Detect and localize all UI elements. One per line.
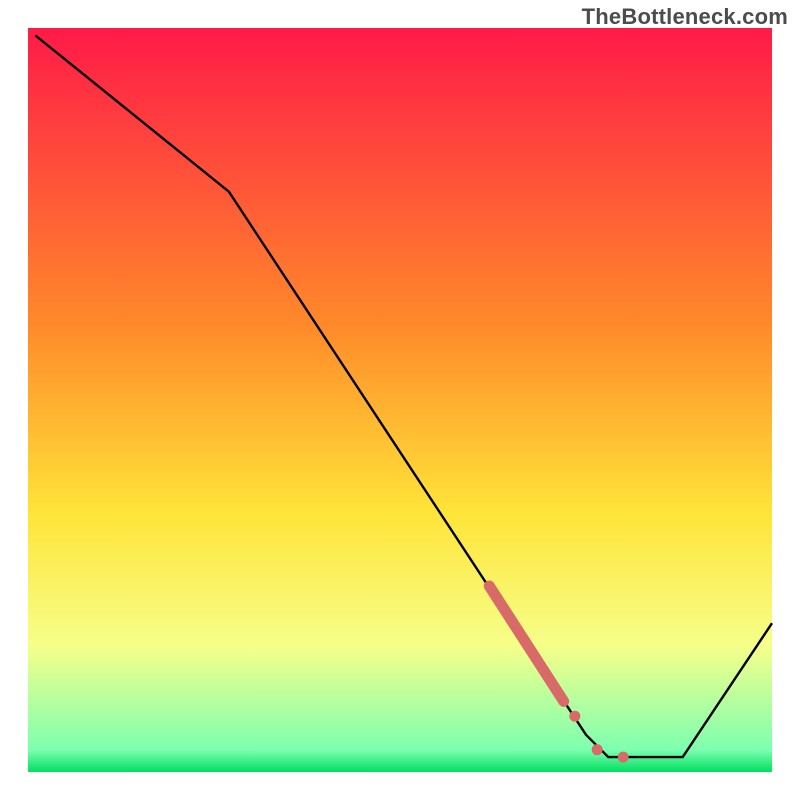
plot-background <box>28 28 772 772</box>
marker-dot <box>569 711 580 722</box>
chart-stage: TheBottleneck.com <box>0 0 800 800</box>
marker-dot <box>592 744 603 755</box>
watermark-label: TheBottleneck.com <box>582 4 788 30</box>
marker-dot <box>618 752 629 763</box>
bottleneck-chart <box>0 0 800 800</box>
